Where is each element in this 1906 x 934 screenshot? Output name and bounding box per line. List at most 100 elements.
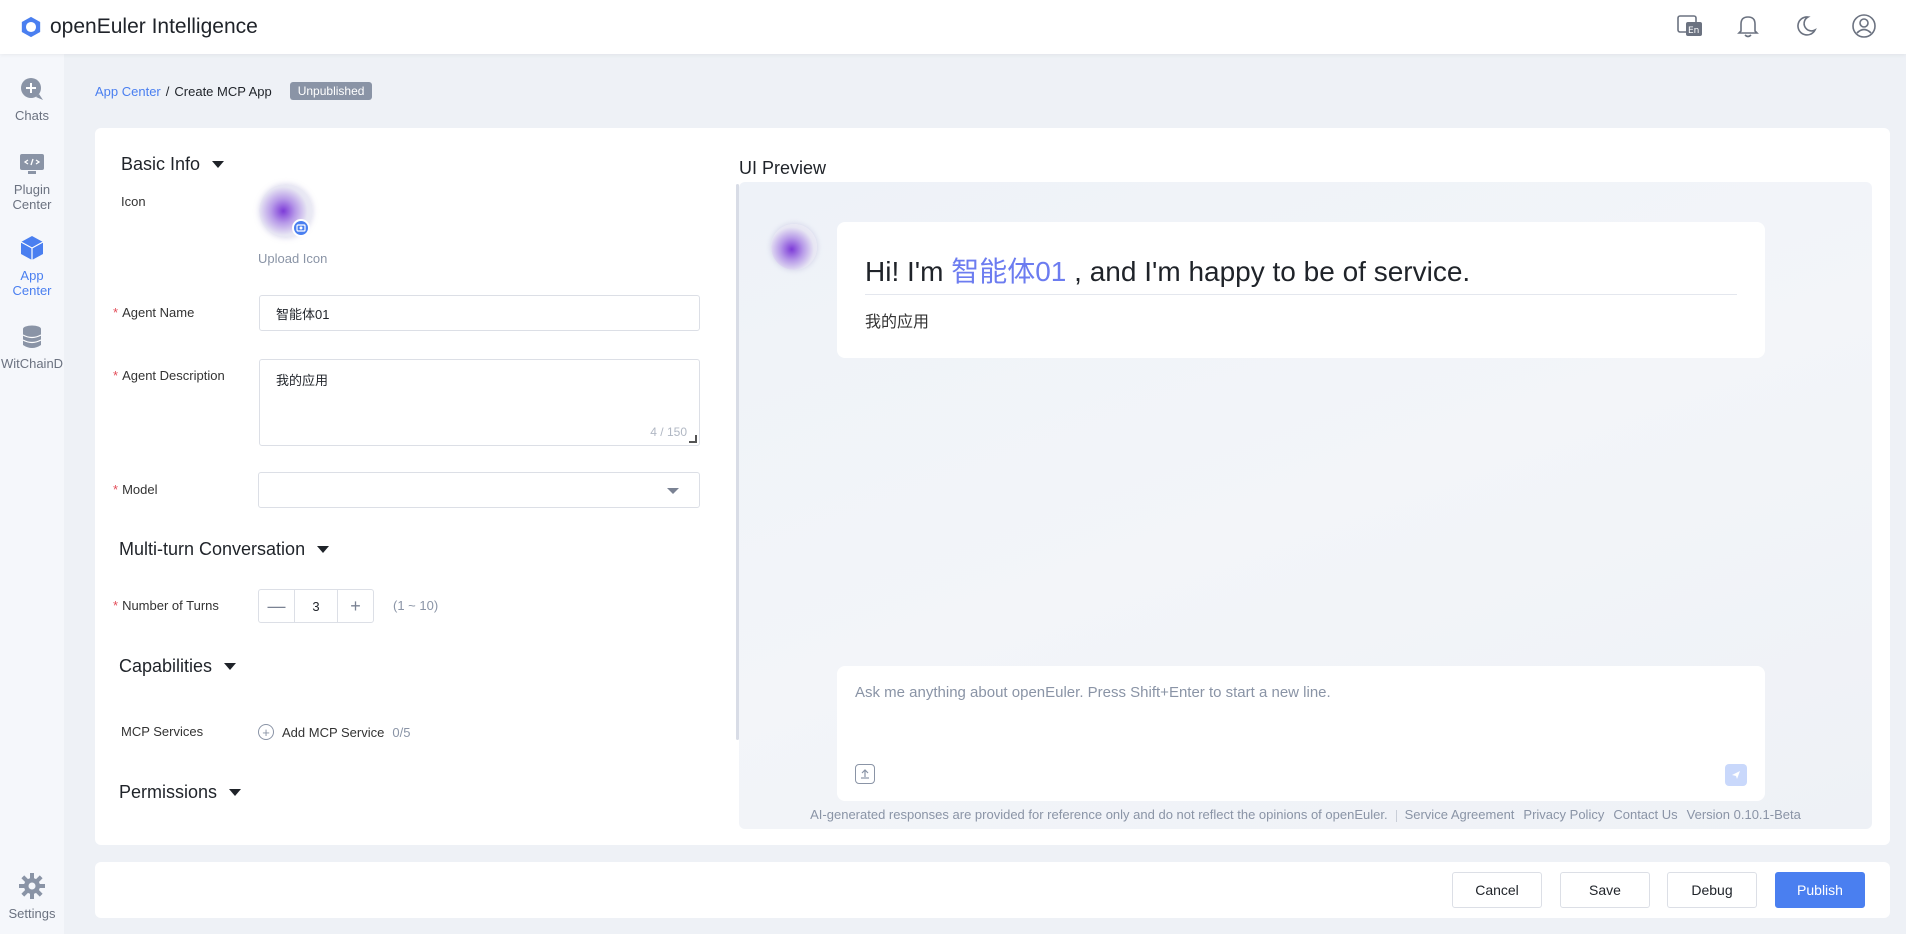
turns-label: * Number of Turns [113,598,219,613]
sidebar-item-plugin-center[interactable]: Plugin Center [0,152,64,212]
greeting-divider [865,294,1737,295]
greeting-agent-name: 智能体01 [951,256,1067,287]
sidebar-item-label: Plugin [13,182,51,197]
greeting-card: Hi! I'm 智能体01 , and I'm happy to be of s… [837,222,1765,358]
agent-description-value: 我的应用 [276,373,329,388]
version-text: Version 0.10.1-Beta [1686,807,1801,822]
greeting-suffix: , and I'm happy to be of service. [1074,256,1471,287]
breadcrumb-separator: / [165,83,170,99]
database-icon [0,324,64,350]
section-basic-info[interactable]: Basic Info [121,154,225,175]
character-counter: 4 / 150 [650,425,687,439]
brand-name: openEuler Intelligence [50,15,258,38]
user-icon[interactable] [1850,12,1878,40]
section-title: Capabilities [119,656,213,676]
increment-button[interactable]: + [338,590,373,622]
upload-file-icon[interactable] [855,764,875,784]
turns-range: (1 ~ 10) [393,598,439,613]
model-label-text: Model [122,482,158,497]
required-mark: * [113,305,119,320]
service-agreement-link[interactable]: Service Agreement [1405,807,1515,822]
section-title: Multi-turn Conversation [119,539,306,559]
brand[interactable]: openEuler Intelligence [20,15,258,39]
required-mark: * [113,482,119,497]
sidebar-item-label: Settings [8,906,56,921]
preview-title: UI Preview [739,158,827,178]
plugin-monitor-icon [0,152,64,176]
contact-us-link[interactable]: Contact Us [1613,807,1677,822]
caret-down-icon [212,161,225,168]
agent-description-label-text: Agent Description [122,368,225,383]
footer-separator [1395,809,1397,822]
add-mcp-service-button[interactable]: + Add MCP Service 0/5 [258,724,410,740]
gear-icon [0,872,64,900]
chevron-down-icon [667,488,679,494]
top-bar: openEuler Intelligence En [0,0,1906,54]
ui-preview-panel: Hi! I'm 智能体01 , and I'm happy to be of s… [739,182,1872,829]
breadcrumb-current: Create MCP App [174,83,272,99]
decrement-button[interactable]: — [259,590,294,622]
model-label: * Model [113,482,157,497]
cube-icon [0,234,64,262]
sidebar-item-settings[interactable]: Settings [0,872,64,921]
chat-input-box[interactable]: Ask me anything about openEuler. Press S… [837,666,1765,801]
required-mark: * [113,368,119,383]
section-capabilities[interactable]: Capabilities [119,656,237,677]
svg-text:En: En [1688,26,1699,36]
add-mcp-label: Add MCP Service [282,724,385,740]
publish-button[interactable]: Publish [1775,872,1865,908]
turns-stepper: — 3 + [258,589,374,623]
language-switch-icon[interactable]: En [1676,12,1704,40]
action-bar: Cancel Save Debug Publish [95,862,1890,918]
sidebar-item-witchaind[interactable]: WitChainD [0,324,64,371]
sidebar-item-label: Center [12,197,52,212]
chat-plus-icon [0,76,64,102]
status-badge: Unpublished [289,82,373,100]
mcp-count: 0/5 [392,724,411,740]
breadcrumb: App Center / Create MCP App Unpublished [95,82,373,100]
sidebar-item-label: Center [12,283,52,298]
section-permissions[interactable]: Permissions [119,782,242,803]
resize-handle[interactable] [689,435,697,443]
disclaimer-text: AI-generated responses are provided for … [810,807,1388,822]
greeting-line: Hi! I'm 智能体01 , and I'm happy to be of s… [865,250,1470,290]
camera-icon[interactable] [292,219,310,237]
agent-description-label: * Agent Description [113,368,225,383]
caret-down-icon [317,546,330,553]
agent-avatar [771,224,817,270]
openeuler-logo-icon [21,16,41,38]
save-button[interactable]: Save [1560,872,1650,908]
turns-label-text: Number of Turns [122,598,219,613]
upload-icon-link[interactable]: Upload Icon [258,251,327,266]
mcp-services-label: MCP Services [121,724,204,739]
caret-down-icon [224,663,237,670]
cancel-button[interactable]: Cancel [1452,872,1542,908]
section-multi-turn[interactable]: Multi-turn Conversation [119,539,330,560]
sidebar-item-label: App [20,268,44,283]
bell-icon[interactable] [1734,12,1762,40]
agent-description-textarea[interactable]: 我的应用 4 / 150 [259,359,700,446]
debug-button[interactable]: Debug [1667,872,1757,908]
sidebar: Chats Plugin Center App Center WitChainD… [0,54,64,934]
agent-name-label-text: Agent Name [122,305,195,320]
caret-down-icon [229,789,242,796]
agent-name-label: * Agent Name [113,305,194,320]
required-mark: * [113,598,119,613]
agent-name-input[interactable]: 智能体01 [259,295,700,331]
plus-circle-icon: + [258,724,274,740]
sidebar-item-label: WitChainD [0,356,64,371]
chat-input-placeholder: Ask me anything about openEuler. Press S… [855,684,1331,701]
privacy-policy-link[interactable]: Privacy Policy [1523,807,1604,822]
greeting-description: 我的应用 [865,314,930,331]
greeting-prefix: Hi! I'm [865,256,944,287]
section-title: Permissions [119,782,218,802]
preview-footer: AI-generated responses are provided for … [739,807,1872,822]
sidebar-item-chats[interactable]: Chats [0,76,64,123]
model-select[interactable] [258,472,700,508]
moon-icon[interactable] [1792,12,1820,40]
section-title: Basic Info [121,154,201,174]
sidebar-item-app-center[interactable]: App Center [0,234,64,298]
send-icon[interactable] [1725,764,1747,786]
turns-value[interactable]: 3 [294,590,338,622]
breadcrumb-app-center-link[interactable]: App Center [95,84,161,99]
